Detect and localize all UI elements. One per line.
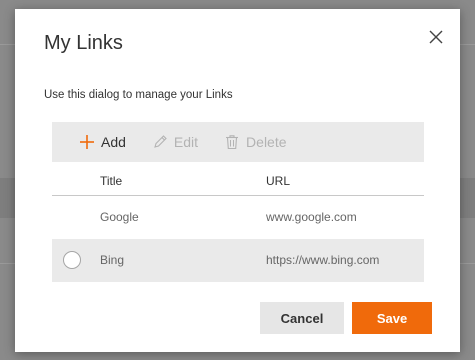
add-label: Add bbox=[101, 134, 126, 150]
trash-icon bbox=[226, 135, 239, 150]
dialog-description: Use this dialog to manage your Links bbox=[44, 89, 233, 101]
row-title: Bing bbox=[100, 253, 125, 267]
save-button[interactable]: Save bbox=[352, 302, 432, 334]
row-select-radio[interactable] bbox=[63, 251, 81, 269]
table-row[interactable]: Google www.google.com bbox=[52, 196, 424, 239]
my-links-dialog: My Links Use this dialog to manage your … bbox=[15, 9, 460, 352]
cancel-label: Cancel bbox=[280, 310, 324, 326]
add-button[interactable]: Add bbox=[79, 134, 126, 150]
save-label: Save bbox=[376, 310, 408, 326]
column-header-url[interactable]: URL bbox=[266, 174, 290, 188]
table-header: Title URL bbox=[52, 169, 424, 196]
pencil-icon bbox=[154, 135, 167, 148]
close-button[interactable] bbox=[426, 27, 446, 47]
delete-label: Delete bbox=[246, 134, 287, 150]
plus-icon bbox=[80, 135, 94, 149]
links-toolbar: Add Edit Delete bbox=[52, 122, 424, 162]
links-table: Title URL Google www.google.com Bing htt… bbox=[52, 169, 424, 282]
row-url: https://www.bing.com bbox=[266, 253, 380, 267]
row-title: Google bbox=[100, 210, 139, 224]
edit-button[interactable]: Edit bbox=[152, 134, 198, 150]
cancel-button[interactable]: Cancel bbox=[260, 302, 344, 334]
table-row[interactable]: Bing https://www.bing.com bbox=[52, 239, 424, 282]
dialog-title: My Links bbox=[44, 32, 123, 54]
delete-button[interactable]: Delete bbox=[224, 134, 287, 150]
row-url: www.google.com bbox=[266, 210, 357, 224]
column-header-title[interactable]: Title bbox=[100, 174, 122, 188]
edit-label: Edit bbox=[173, 134, 199, 150]
close-icon bbox=[429, 30, 443, 44]
